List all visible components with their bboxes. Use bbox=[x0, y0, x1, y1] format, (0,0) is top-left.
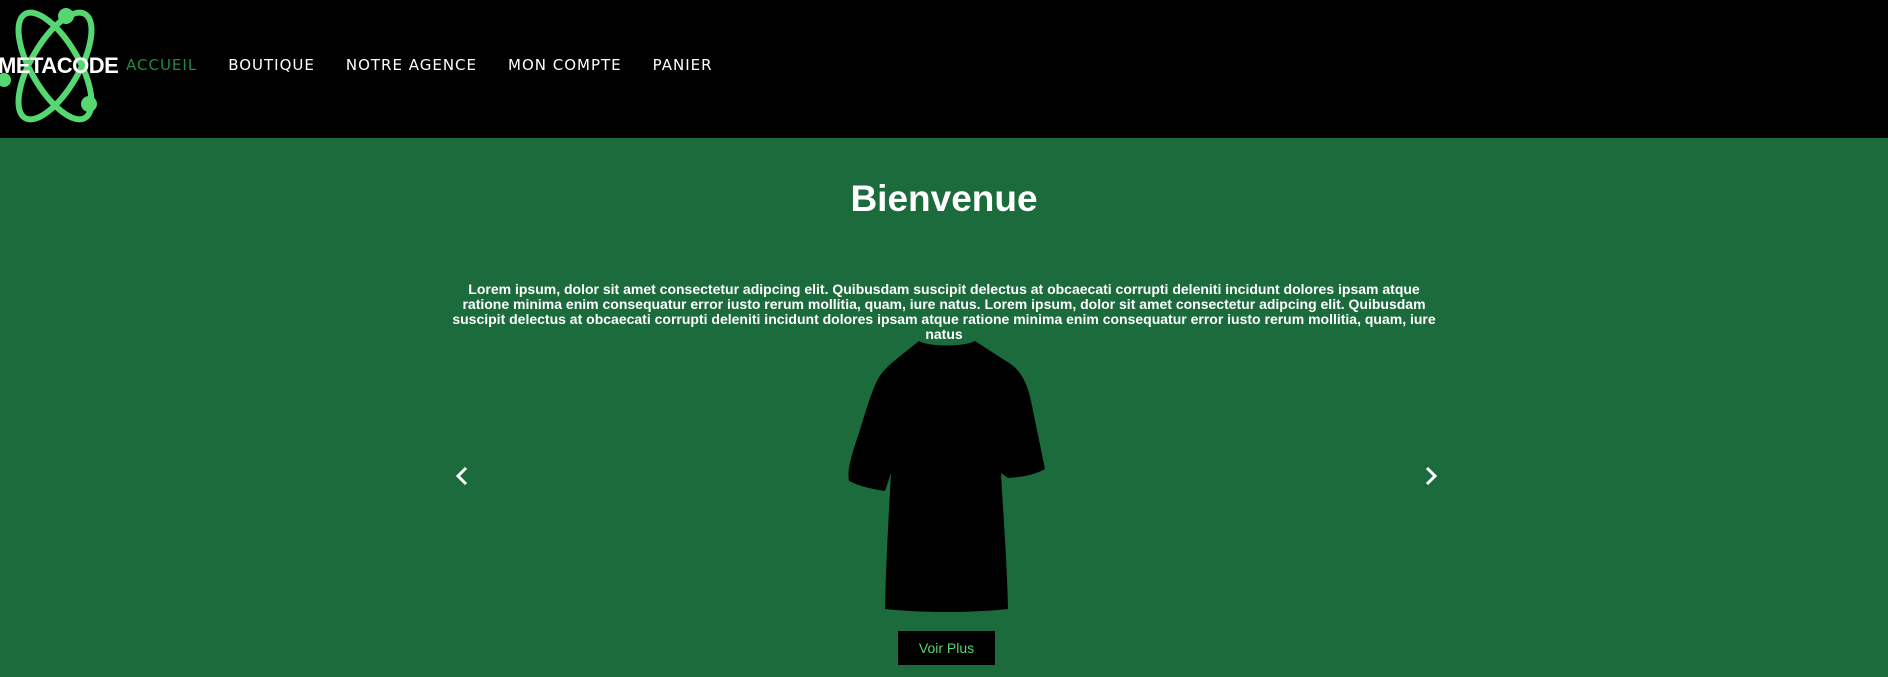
voir-plus-button[interactable]: Voir Plus bbox=[898, 631, 995, 665]
logo[interactable]: METACODE bbox=[0, 0, 119, 132]
nav-item-boutique[interactable]: BOUTIQUE bbox=[228, 56, 315, 74]
hero-section: Bienvenue Lorem ipsum, dolor sit amet co… bbox=[0, 138, 1888, 677]
nav-item-accueil[interactable]: ACCUEIL bbox=[126, 56, 197, 74]
site-header: METACODE ACCUEIL BOUTIQUE NOTRE AGENCE M… bbox=[0, 0, 1888, 138]
page-title: Bienvenue bbox=[850, 178, 1038, 219]
carousel-prev-button[interactable] bbox=[451, 464, 475, 488]
intro-text: Lorem ipsum, dolor sit amet consectetur … bbox=[452, 281, 1436, 342]
main-nav: ACCUEIL BOUTIQUE NOTRE AGENCE MON COMPTE… bbox=[126, 56, 744, 74]
carousel-next-button[interactable] bbox=[1418, 464, 1442, 488]
nav-item-mon-compte[interactable]: MON COMPTE bbox=[508, 56, 622, 74]
brand-name: METACODE bbox=[0, 53, 119, 78]
nav-item-notre-agence[interactable]: NOTRE AGENCE bbox=[346, 56, 477, 74]
chevron-right-icon bbox=[1425, 466, 1438, 486]
t-shirt-image bbox=[848, 341, 1045, 612]
chevron-left-icon bbox=[455, 466, 468, 486]
nav-item-panier[interactable]: PANIER bbox=[653, 56, 713, 74]
